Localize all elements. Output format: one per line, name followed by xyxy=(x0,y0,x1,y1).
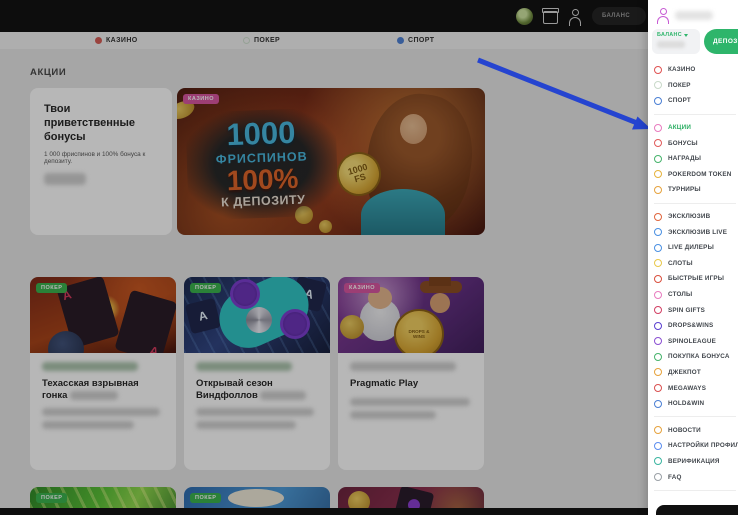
slots-icon xyxy=(654,259,662,267)
tournaments-trophy-icon xyxy=(654,186,662,194)
sidebar-divider xyxy=(654,114,736,115)
sidebar-item-exclusive[interactable]: ЭКСКЛЮЗИВ xyxy=(654,209,738,225)
sidebar-item-megaways[interactable]: MEGAWAYS xyxy=(654,380,738,396)
sidebar-item-bonusy[interactable]: БОНУСЫ xyxy=(654,135,738,151)
sidebar-item-kazino[interactable]: КАЗИНО xyxy=(654,62,738,78)
sidebar-item-pokerdom-token[interactable]: POKERDOM TOKEN NEW xyxy=(654,167,738,183)
sidebar-user[interactable] xyxy=(656,8,713,22)
sidebar-nav: КАЗИНО ПОКЕР СПОРТ АКЦИИ БОНУСЫ НАГР xyxy=(654,62,738,496)
sidebar-item-sport[interactable]: СПОРТ xyxy=(654,93,738,109)
sidebar-item-drops-wins[interactable]: DROPS&WINS xyxy=(654,318,738,334)
sidebar-item-bonus-buy[interactable]: ПОКУПКА БОНУСА xyxy=(654,349,738,365)
poker-chip-icon xyxy=(654,81,662,89)
verification-check-icon xyxy=(654,457,662,465)
balance-label: БАЛАНС xyxy=(657,32,682,38)
sidebar-item-jackpot[interactable]: ДЖЕКПОТ xyxy=(654,365,738,381)
jackpot-icon xyxy=(654,368,662,376)
sidebar-divider xyxy=(654,203,736,204)
sidebar-item-akcii[interactable]: АКЦИИ xyxy=(654,120,738,136)
user-icon xyxy=(656,8,669,22)
app-screen: БАЛАНС КАЗИНО ПОКЕР СПОРТ АКЦИИ Твои при… xyxy=(0,0,738,515)
spin-gifts-icon xyxy=(654,306,662,314)
megaways-icon xyxy=(654,384,662,392)
deposit-button[interactable]: ДЕПОЗИТ xyxy=(704,29,738,54)
sidebar-divider xyxy=(654,416,736,417)
balance-box[interactable]: БАЛАНС xyxy=(652,29,700,54)
sidebar-item-exclusive-live[interactable]: ЭКСКЛЮЗИВ LIVE xyxy=(654,224,738,240)
chevron-down-icon xyxy=(684,34,688,37)
sidebar-item-profile-settings[interactable]: НАСТРОЙКИ ПРОФИЛЯ xyxy=(654,438,738,454)
news-icon xyxy=(654,426,662,434)
spinoleague-icon xyxy=(654,337,662,345)
sidebar-item-sloty[interactable]: СЛОТЫ xyxy=(654,256,738,272)
sidebar-menu: БАЛАНС ДЕПОЗИТ КАЗИНО ПОКЕР СПОРТ А xyxy=(648,0,738,515)
sidebar-item-spin-gifts[interactable]: SPIN GIFTS xyxy=(654,302,738,318)
sidebar-item-poker[interactable]: ПОКЕР xyxy=(654,78,738,94)
hold-win-icon xyxy=(654,400,662,408)
sidebar-item-verification[interactable]: ВЕРИФИКАЦИЯ xyxy=(654,454,738,470)
sidebar-item-nagrady[interactable]: НАГРАДЫ xyxy=(654,151,738,167)
tables-icon xyxy=(654,291,662,299)
dim-overlay xyxy=(0,0,648,515)
sidebar-item-live-dealers[interactable]: LIVE ДИЛЕРЫ xyxy=(654,240,738,256)
blurred-username xyxy=(675,11,713,20)
sidebar-item-hold-win[interactable]: HOLD&WIN xyxy=(654,396,738,412)
sidebar-item-spinoleague[interactable]: SPINOLEAGUE xyxy=(654,334,738,350)
exclusive-icon xyxy=(654,213,662,221)
sidebar-item-faq[interactable]: FAQ xyxy=(654,469,738,485)
sport-ball-icon xyxy=(654,97,662,105)
blurred-balance-value xyxy=(657,41,685,48)
faq-icon xyxy=(654,473,662,481)
sidebar-bottom-bar xyxy=(656,505,738,515)
live-dealers-icon xyxy=(654,244,662,252)
token-coin-icon xyxy=(654,170,662,178)
sidebar-item-novosti[interactable]: НОВОСТИ xyxy=(654,422,738,438)
dice-icon xyxy=(654,66,662,74)
fast-games-rocket-icon xyxy=(654,275,662,283)
profile-settings-icon xyxy=(654,442,662,450)
bonus-gift-icon xyxy=(654,139,662,147)
bonus-buy-icon xyxy=(654,353,662,361)
sidebar-item-turniry[interactable]: ТУРНИРЫ xyxy=(654,182,738,198)
drops-wins-icon xyxy=(654,322,662,330)
promo-fire-icon xyxy=(654,124,662,132)
sidebar-item-stoly[interactable]: СТОЛЫ xyxy=(654,287,738,303)
awards-medal-icon xyxy=(654,155,662,163)
sidebar-item-fast-games[interactable]: БЫСТРЫЕ ИГРЫ xyxy=(654,271,738,287)
exclusive-live-icon xyxy=(654,228,662,236)
sidebar-divider xyxy=(654,490,736,491)
